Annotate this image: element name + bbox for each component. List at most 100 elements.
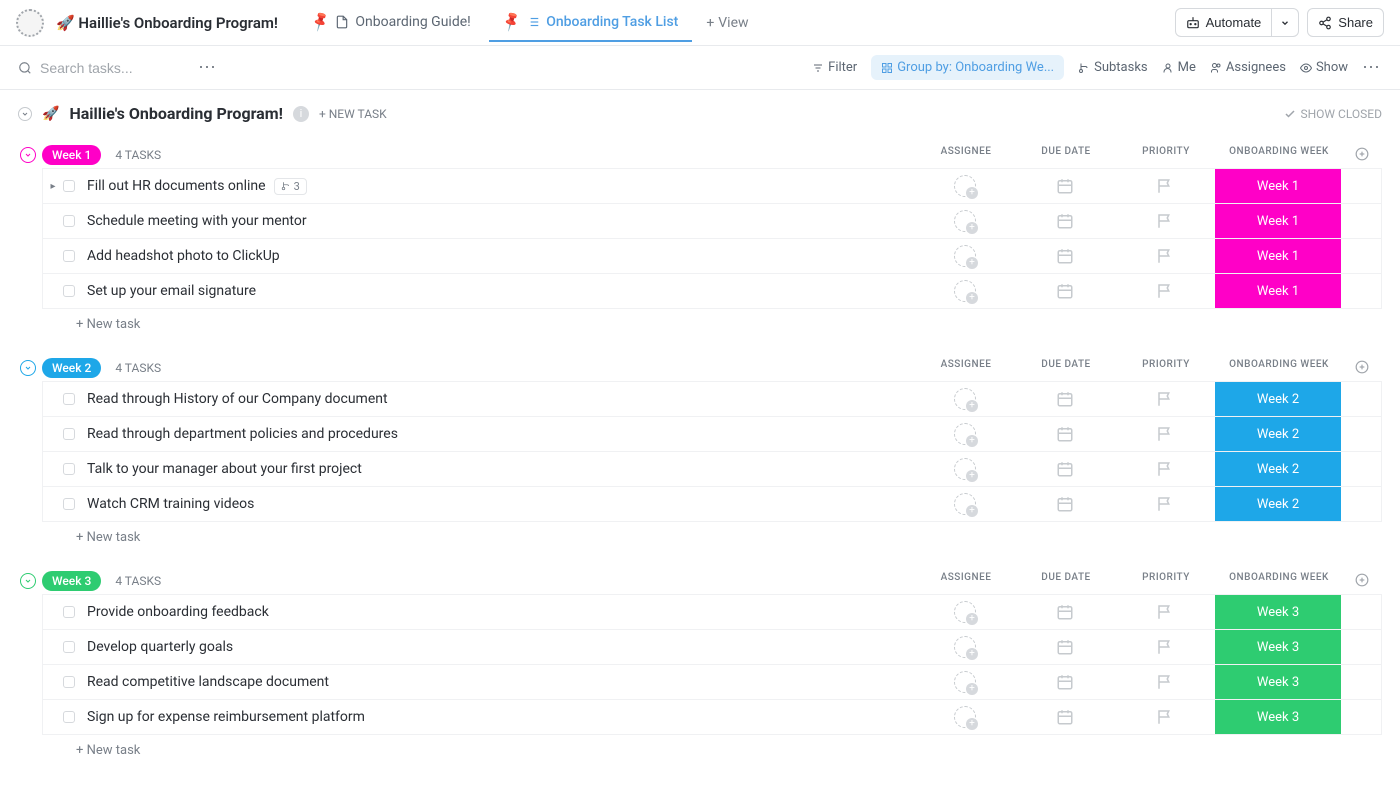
add-assignee-icon[interactable] [954, 388, 976, 410]
onboarding-week-cell[interactable]: Week 2 [1215, 452, 1341, 486]
assignee-cell[interactable] [915, 423, 1015, 445]
col-priority[interactable]: PRIORITY [1116, 146, 1216, 165]
add-assignee-icon[interactable] [954, 636, 976, 658]
task-row[interactable]: Read competitive landscape document Week… [42, 664, 1382, 700]
add-assignee-icon[interactable] [954, 671, 976, 693]
task-row[interactable]: Read through department policies and pro… [42, 416, 1382, 452]
new-task-button[interactable]: + New task [42, 735, 1382, 758]
breadcrumb-title[interactable]: 🚀 Haillie's Onboarding Program! [56, 14, 278, 32]
onboarding-week-cell[interactable]: Week 3 [1215, 630, 1341, 664]
assignee-cell[interactable] [915, 175, 1015, 197]
group-badge[interactable]: Week 2 [42, 358, 101, 378]
col-onboarding-week[interactable]: ONBOARDING WEEK [1216, 359, 1342, 378]
add-assignee-icon[interactable] [954, 706, 976, 728]
onboarding-week-cell[interactable]: Week 1 [1215, 274, 1341, 308]
status-checkbox[interactable] [63, 711, 75, 723]
task-name[interactable]: Read competitive landscape document [87, 674, 915, 690]
task-name[interactable]: Develop quarterly goals [87, 639, 915, 655]
group-by-button[interactable]: Group by: Onboarding We... [871, 55, 1064, 80]
task-row[interactable]: Watch CRM training videos Week 2 [42, 486, 1382, 522]
onboarding-week-cell[interactable]: Week 3 [1215, 595, 1341, 629]
status-checkbox[interactable] [63, 676, 75, 688]
status-checkbox[interactable] [63, 641, 75, 653]
due-date-cell[interactable] [1015, 673, 1115, 691]
priority-cell[interactable] [1115, 603, 1215, 621]
add-assignee-icon[interactable] [954, 280, 976, 302]
filter-button[interactable]: Filter [812, 60, 857, 75]
col-assignee[interactable]: ASSIGNEE [916, 572, 1016, 591]
status-checkbox[interactable] [63, 250, 75, 262]
subtask-count-pill[interactable]: 3 [274, 178, 307, 195]
add-column-button[interactable] [1342, 572, 1382, 591]
task-name[interactable]: Fill out HR documents online3 [87, 178, 915, 195]
assignee-cell[interactable] [915, 671, 1015, 693]
add-assignee-icon[interactable] [954, 245, 976, 267]
group-badge[interactable]: Week 1 [42, 145, 101, 165]
col-onboarding-week[interactable]: ONBOARDING WEEK [1216, 146, 1342, 165]
due-date-cell[interactable] [1015, 390, 1115, 408]
add-assignee-icon[interactable] [954, 175, 976, 197]
task-row[interactable]: Add headshot photo to ClickUp Week 1 [42, 238, 1382, 274]
col-assignee[interactable]: ASSIGNEE [916, 146, 1016, 165]
task-name[interactable]: Set up your email signature [87, 283, 915, 299]
task-name[interactable]: Schedule meeting with your mentor [87, 213, 915, 229]
due-date-cell[interactable] [1015, 425, 1115, 443]
add-assignee-icon[interactable] [954, 458, 976, 480]
onboarding-week-cell[interactable]: Week 1 [1215, 169, 1341, 203]
status-checkbox[interactable] [63, 428, 75, 440]
me-button[interactable]: Me [1162, 60, 1196, 75]
info-icon[interactable]: i [293, 106, 309, 122]
status-checkbox[interactable] [63, 498, 75, 510]
automate-button[interactable]: Automate [1175, 8, 1273, 37]
task-name[interactable]: Talk to your manager about your first pr… [87, 461, 915, 477]
task-row[interactable]: Set up your email signature Week 1 [42, 273, 1382, 309]
assignee-cell[interactable] [915, 493, 1015, 515]
group-badge[interactable]: Week 3 [42, 571, 101, 591]
subtasks-button[interactable]: Subtasks [1078, 60, 1148, 75]
add-assignee-icon[interactable] [954, 601, 976, 623]
due-date-cell[interactable] [1015, 177, 1115, 195]
task-row[interactable]: Talk to your manager about your first pr… [42, 451, 1382, 487]
show-closed-button[interactable]: SHOW CLOSED [1284, 107, 1382, 121]
task-name[interactable]: Watch CRM training videos [87, 496, 915, 512]
add-assignee-icon[interactable] [954, 423, 976, 445]
expand-icon[interactable]: ▸ [43, 181, 63, 192]
new-task-button[interactable]: + New task [42, 309, 1382, 332]
due-date-cell[interactable] [1015, 495, 1115, 513]
assignee-cell[interactable] [915, 210, 1015, 232]
priority-cell[interactable] [1115, 708, 1215, 726]
task-name[interactable]: Add headshot photo to ClickUp [87, 248, 915, 264]
priority-cell[interactable] [1115, 638, 1215, 656]
col-due-date[interactable]: DUE DATE [1016, 572, 1116, 591]
tab-onboarding-task-list[interactable]: 📌 Onboarding Task List [489, 4, 693, 42]
status-checkbox[interactable] [63, 285, 75, 297]
due-date-cell[interactable] [1015, 212, 1115, 230]
due-date-cell[interactable] [1015, 282, 1115, 300]
priority-cell[interactable] [1115, 673, 1215, 691]
assignee-cell[interactable] [915, 388, 1015, 410]
priority-cell[interactable] [1115, 247, 1215, 265]
task-row[interactable]: Provide onboarding feedback Week 3 [42, 594, 1382, 630]
group-collapse-button[interactable] [20, 573, 36, 589]
priority-cell[interactable] [1115, 212, 1215, 230]
show-button[interactable]: Show [1300, 60, 1348, 75]
task-row[interactable]: Read through History of our Company docu… [42, 381, 1382, 417]
status-checkbox[interactable] [63, 215, 75, 227]
collapse-all-icon[interactable] [18, 107, 32, 121]
task-name[interactable]: Read through History of our Company docu… [87, 391, 915, 407]
assignee-cell[interactable] [915, 245, 1015, 267]
due-date-cell[interactable] [1015, 247, 1115, 265]
priority-cell[interactable] [1115, 495, 1215, 513]
onboarding-week-cell[interactable]: Week 1 [1215, 239, 1341, 273]
due-date-cell[interactable] [1015, 460, 1115, 478]
add-column-button[interactable] [1342, 146, 1382, 165]
tab-onboarding-guide[interactable]: 📌 Onboarding Guide! [298, 4, 485, 42]
priority-cell[interactable] [1115, 390, 1215, 408]
col-onboarding-week[interactable]: ONBOARDING WEEK [1216, 572, 1342, 591]
task-name[interactable]: Provide onboarding feedback [87, 604, 915, 620]
status-checkbox[interactable] [63, 606, 75, 618]
priority-cell[interactable] [1115, 425, 1215, 443]
assignee-cell[interactable] [915, 601, 1015, 623]
new-task-header-button[interactable]: + NEW TASK [319, 107, 387, 121]
add-view-button[interactable]: + View [696, 7, 758, 39]
